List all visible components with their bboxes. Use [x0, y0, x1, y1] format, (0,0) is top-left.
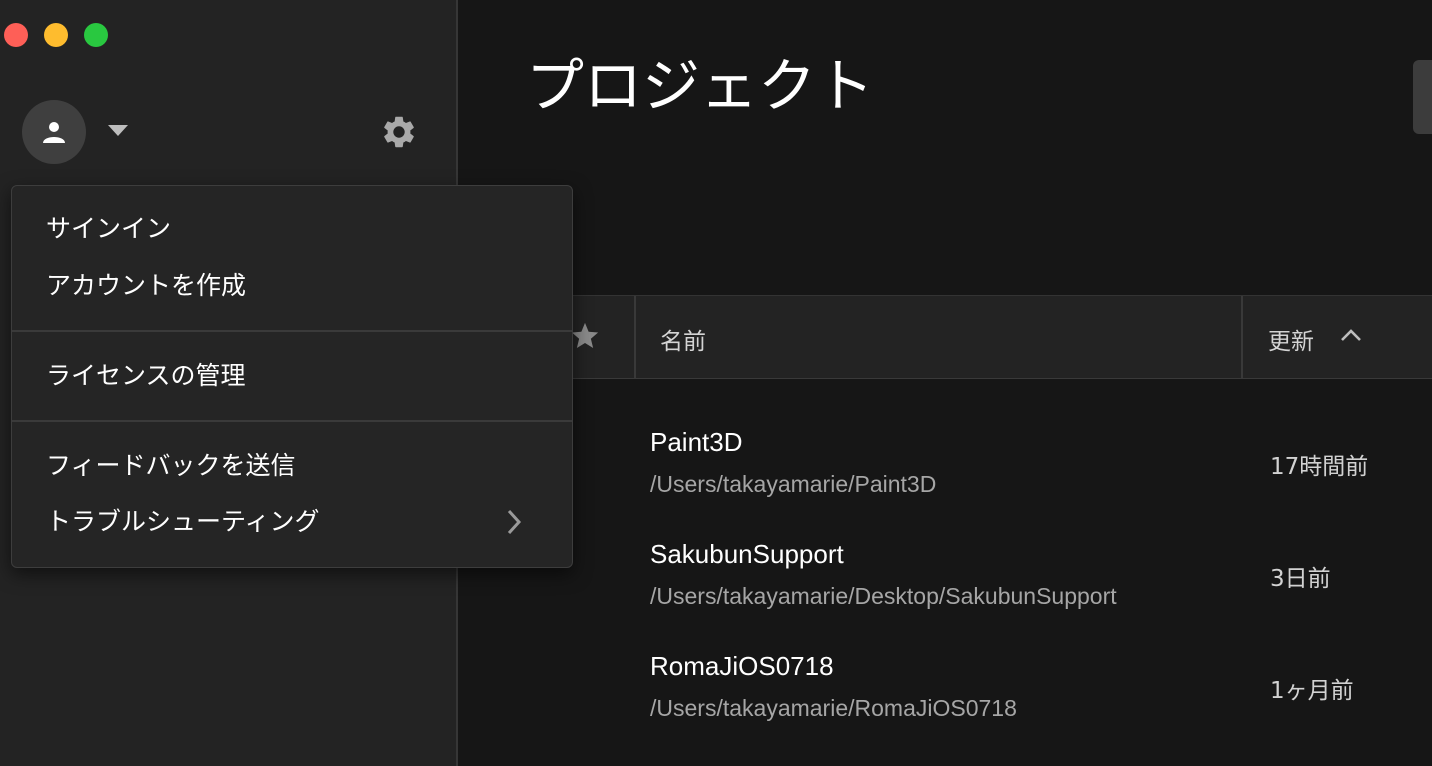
menu-item-label: サインイン: [46, 214, 172, 243]
menu-divider: [12, 330, 572, 332]
menu-item-label: トラブルシューティング: [46, 507, 320, 536]
scrollbar-thumb[interactable]: [1413, 60, 1432, 134]
project-row[interactable]: RomaJiOS0718 /Users/takayamarie/RomaJiOS…: [458, 651, 1432, 757]
project-updated: 17時間前: [1270, 454, 1369, 480]
page-title: プロジェクト: [526, 52, 875, 120]
menu-item-create-account[interactable]: アカウントを作成: [12, 261, 572, 311]
menu-item-manage-license[interactable]: ライセンスの管理: [12, 351, 572, 401]
project-updated: 1ヶ月前: [1270, 678, 1354, 704]
chevron-right-icon: [507, 509, 522, 535]
column-header-name[interactable]: 名前: [660, 322, 706, 356]
menu-item-label: ライセンスの管理: [46, 361, 246, 390]
project-row[interactable]: Paint3D /Users/takayamarie/Paint3D 17時間前: [458, 427, 1432, 533]
gear-icon[interactable]: [380, 113, 418, 151]
project-updated: 3日前: [1270, 566, 1331, 592]
table-header: 名前 更新: [458, 295, 1432, 379]
person-icon: [43, 122, 65, 143]
menu-item-troubleshooting[interactable]: トラブルシューティング: [12, 497, 572, 547]
menu-item-sign-in[interactable]: サインイン: [12, 204, 572, 254]
chevron-up-icon[interactable]: [1340, 328, 1362, 342]
project-name: Paint3D: [650, 427, 743, 457]
menu-item-send-feedback[interactable]: フィードバックを送信: [12, 441, 572, 491]
column-divider: [634, 296, 636, 378]
project-row[interactable]: SakubunSupport /Users/takayamarie/Deskto…: [458, 539, 1432, 645]
window-minimize-button[interactable]: [44, 23, 68, 47]
project-path: /Users/takayamarie/RomaJiOS0718: [650, 695, 1017, 721]
project-path: /Users/takayamarie/Paint3D: [650, 471, 937, 497]
column-header-updated[interactable]: 更新: [1268, 322, 1314, 356]
menu-item-label: アカウントを作成: [46, 271, 247, 300]
menu-item-label: フィードバックを送信: [46, 451, 296, 480]
column-divider: [1241, 296, 1243, 378]
project-path: /Users/takayamarie/Desktop/SakubunSuppor…: [650, 583, 1117, 609]
window-maximize-button[interactable]: [84, 23, 108, 47]
avatar[interactable]: [22, 100, 86, 164]
menu-divider: [12, 420, 572, 422]
window-close-button[interactable]: [4, 23, 28, 47]
project-name: RomaJiOS0718: [650, 651, 834, 681]
project-name: SakubunSupport: [650, 539, 844, 569]
star-icon[interactable]: [570, 321, 600, 351]
account-menu: サインイン アカウントを作成 ライセンスの管理 フィードバックを送信 トラブルシ…: [11, 185, 573, 568]
caret-down-icon[interactable]: [108, 125, 128, 137]
